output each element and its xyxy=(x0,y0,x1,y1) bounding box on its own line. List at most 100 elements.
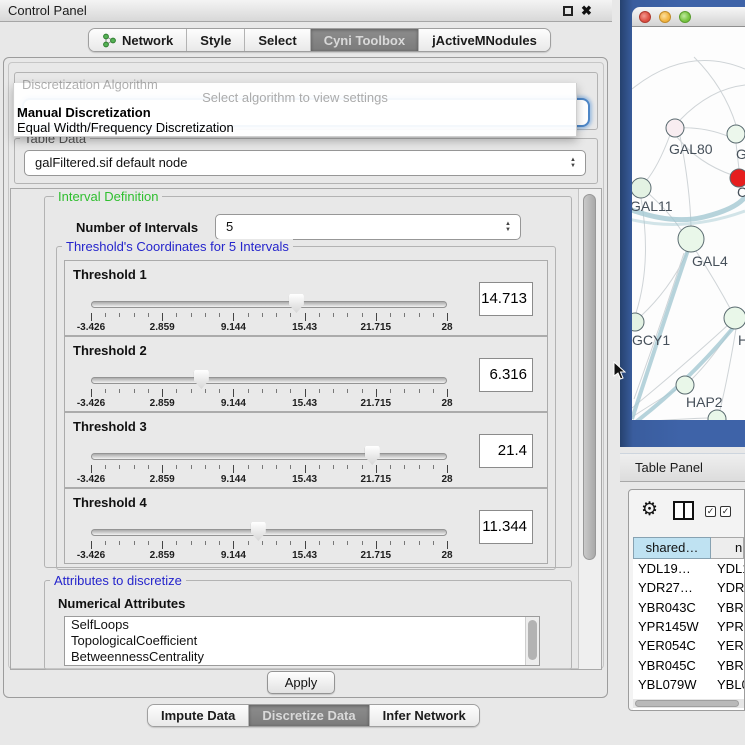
threshold-1-slider[interactable] xyxy=(91,301,447,308)
attribute-item[interactable]: BetweennessCentrality xyxy=(65,649,539,665)
network-icon xyxy=(102,33,117,48)
node-gal80[interactable] xyxy=(666,119,684,137)
mac-zoom-icon[interactable] xyxy=(679,11,691,23)
table-header-row: shared… n xyxy=(633,537,744,559)
slider-ticks xyxy=(91,541,447,550)
node-h[interactable] xyxy=(724,307,745,329)
thresholds-group-title: Threshold's Coordinates for 5 Intervals xyxy=(62,239,293,254)
threshold-2-value-field[interactable]: 6.316 xyxy=(479,358,533,392)
threshold-4-slider[interactable] xyxy=(91,529,447,536)
table-row[interactable]: YBR043CYBR0 xyxy=(633,598,744,617)
cell-shared-name[interactable]: YBL079W xyxy=(633,677,711,692)
threshold-2-slider[interactable] xyxy=(91,377,447,384)
threshold-1-slider-thumb[interactable] xyxy=(289,294,304,313)
cell-shared-name[interactable]: YBR045C xyxy=(633,658,711,673)
cell-name[interactable]: YDL1 xyxy=(711,561,744,576)
numerical-attributes-heading: Numerical Attributes xyxy=(58,596,185,611)
close-icon[interactable]: ✖ xyxy=(581,2,592,20)
cell-name[interactable]: YBR0 xyxy=(711,600,744,615)
cell-shared-name[interactable]: YER054C xyxy=(633,638,711,653)
tab-discretize-data[interactable]: Discretize Data xyxy=(248,705,368,726)
option-manual-discretization[interactable]: Manual Discretization xyxy=(17,105,151,120)
threshold-3-slider-thumb[interactable] xyxy=(365,446,380,465)
tab-jactivemnodules-label: jActiveMNodules xyxy=(432,33,537,48)
node-bottom[interactable] xyxy=(708,410,726,420)
cell-name[interactable]: YBR0 xyxy=(711,658,744,673)
node-label: GAL80 xyxy=(669,141,713,157)
cell-name[interactable]: YBL0 xyxy=(711,677,744,692)
tab-impute-data-label: Impute Data xyxy=(161,708,235,723)
horizontal-scrollbar-thumb[interactable] xyxy=(635,700,739,707)
column-header-name[interactable]: n xyxy=(711,537,744,559)
axis-tick-label: 21.715 xyxy=(361,322,392,333)
control-panel-titlebar[interactable]: Control Panel ✖ xyxy=(0,0,612,22)
vertical-scrollbar-thumb[interactable] xyxy=(583,194,596,560)
slider-axis-labels: -3.4262.8599.14415.4321.71528 xyxy=(65,322,547,334)
node-gal11[interactable] xyxy=(632,178,651,198)
axis-tick-label: 9.144 xyxy=(221,322,246,333)
axis-tick-label: 2.859 xyxy=(150,398,175,409)
table-row[interactable]: YER054CYER0 xyxy=(633,636,744,655)
threshold-2-label: Threshold 2 xyxy=(73,343,147,358)
network-canvas[interactable]: GAL80 G C GAL11 GAL4 GCY1 H HAP2 xyxy=(632,27,745,420)
numerical-attributes-list[interactable]: SelfLoopsTopologicalCoefficientBetweenne… xyxy=(64,616,540,666)
node-top-right[interactable] xyxy=(727,125,745,143)
threshold-4-slider-thumb[interactable] xyxy=(251,522,266,541)
table-row[interactable]: YDL19…YDL1 xyxy=(633,559,744,578)
node-hap2[interactable] xyxy=(676,376,694,394)
table-panel-titlebar[interactable]: Table Panel xyxy=(620,453,745,482)
tab-network[interactable]: Network xyxy=(89,29,186,51)
table-row[interactable]: YBR045CYBR0 xyxy=(633,655,744,674)
threshold-3-slider[interactable] xyxy=(91,453,447,460)
threshold-4-value-field[interactable]: 11.344 xyxy=(479,510,533,544)
checkbox-icon[interactable]: ✓ xyxy=(720,506,731,517)
attribute-item[interactable]: SelfLoops xyxy=(65,617,539,633)
network-window-titlebar[interactable] xyxy=(632,7,745,27)
threshold-2-panel: Threshold 2 -3.4262.8599.14415.4321.7152… xyxy=(64,336,548,412)
threshold-2-slider-thumb[interactable] xyxy=(194,370,209,389)
tab-infer-network[interactable]: Infer Network xyxy=(369,705,479,726)
axis-tick-label: 15.43 xyxy=(292,398,317,409)
checkbox-icon[interactable]: ✓ xyxy=(705,506,716,517)
number-of-intervals-label: Number of Intervals xyxy=(76,215,198,241)
vertical-scrollbar[interactable] xyxy=(578,189,601,669)
attribute-item[interactable]: TopologicalCoefficient xyxy=(65,633,539,649)
option-equal-width-frequency[interactable]: Equal Width/Frequency Discretization xyxy=(17,120,234,135)
cell-name[interactable]: YDR2 xyxy=(711,580,744,595)
split-columns-icon[interactable] xyxy=(673,501,694,520)
table-row[interactable]: YDR27…YDR2 xyxy=(633,578,744,597)
tab-impute-data[interactable]: Impute Data xyxy=(148,705,248,726)
node-gal4[interactable] xyxy=(678,226,704,252)
float-window-icon[interactable] xyxy=(563,6,573,16)
number-of-intervals-combobox[interactable]: 5 ▲▼ xyxy=(215,214,521,240)
tab-select[interactable]: Select xyxy=(244,29,309,51)
table-row[interactable]: YPR145WYPR1 xyxy=(633,617,744,636)
list-scrollbar[interactable] xyxy=(525,617,539,665)
bottom-tab-strip: Impute Data Discretize Data Infer Networ… xyxy=(147,704,480,727)
cell-shared-name[interactable]: YPR145W xyxy=(633,619,711,634)
threshold-4-panel: Threshold 4 -3.4262.8599.14415.4321.7152… xyxy=(64,488,548,564)
tab-jactivemnodules[interactable]: jActiveMNodules xyxy=(418,29,550,51)
cell-name[interactable]: YER0 xyxy=(711,638,744,653)
threshold-3-value-field[interactable]: 21.4 xyxy=(479,434,533,468)
table-row[interactable]: YBL079WYBL0 xyxy=(633,675,744,694)
tab-cyni-toolbox[interactable]: Cyni Toolbox xyxy=(310,29,418,51)
threshold-1-value-field[interactable]: 14.713 xyxy=(479,282,533,316)
tab-style[interactable]: Style xyxy=(186,29,244,51)
cell-shared-name[interactable]: YDR27… xyxy=(633,580,711,595)
cell-shared-name[interactable]: YDL19… xyxy=(633,561,711,576)
axis-tick-label: 21.715 xyxy=(361,474,392,485)
table-data-combobox[interactable]: galFiltered.sif default node ▲▼ xyxy=(24,150,586,176)
column-header-shared-name[interactable]: shared… xyxy=(633,537,711,559)
cell-shared-name[interactable]: YBR043C xyxy=(633,600,711,615)
gear-icon[interactable]: ⚙ xyxy=(641,498,658,521)
tab-network-label: Network xyxy=(122,33,173,48)
table-data-value: galFiltered.sif default node xyxy=(35,155,187,170)
cell-name[interactable]: YPR1 xyxy=(711,619,744,634)
list-scrollbar-thumb[interactable] xyxy=(528,620,537,660)
apply-button[interactable]: Apply xyxy=(267,671,335,694)
mac-close-icon[interactable] xyxy=(639,11,651,23)
horizontal-scrollbar[interactable] xyxy=(633,699,744,708)
node-gcy1[interactable] xyxy=(632,313,644,331)
mac-minimize-icon[interactable] xyxy=(659,11,671,23)
